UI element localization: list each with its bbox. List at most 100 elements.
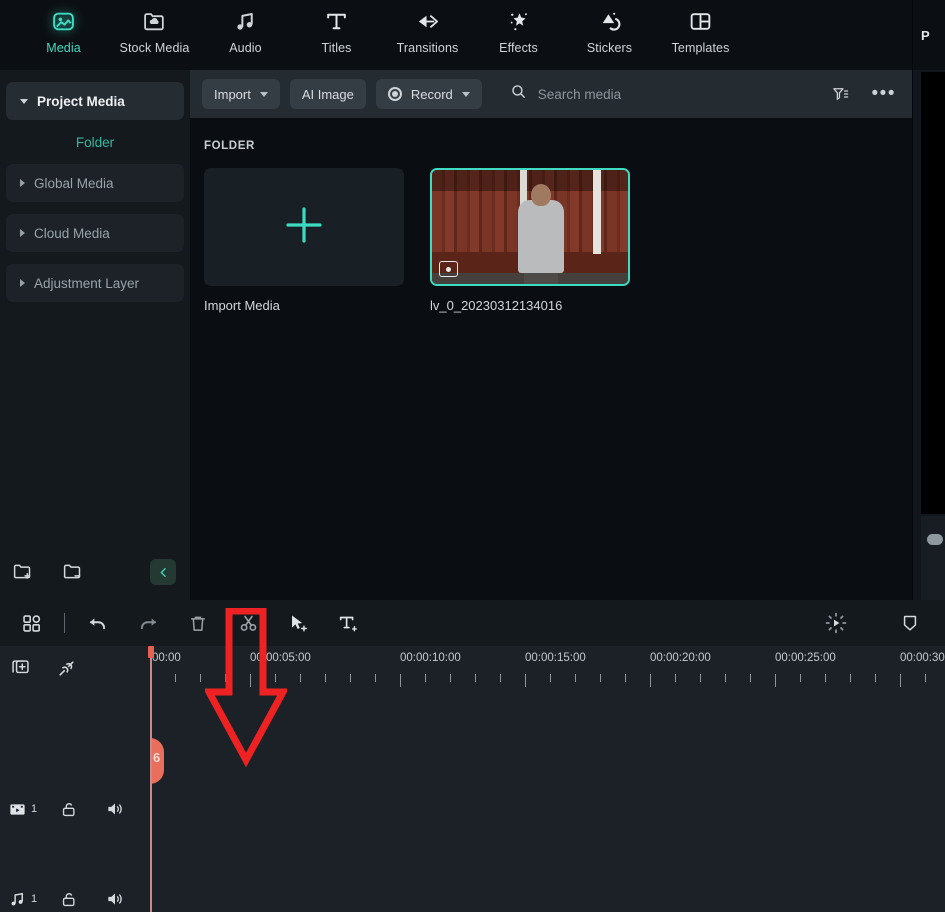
undo-icon[interactable]: [73, 600, 123, 646]
nav-tab-templates-label: Templates: [672, 41, 730, 55]
media-sidebar: Project Media Folder Global Media Cloud …: [0, 70, 190, 600]
timeline-secondary-tools: [0, 646, 150, 690]
cloud-folder-icon: [142, 8, 167, 34]
sidebar-item-project-media[interactable]: Project Media: [6, 82, 184, 120]
ai-image-button-label: AI Image: [302, 87, 354, 102]
ruler-tick-minor: [275, 674, 276, 682]
ai-image-button[interactable]: AI Image: [290, 79, 366, 109]
ruler-tick-major: [250, 674, 251, 687]
import-media-dropzone[interactable]: [204, 168, 404, 286]
ruler-tick-major: [900, 674, 901, 687]
ruler-label: 00:00: [152, 652, 181, 664]
video-type-badge-icon: [439, 261, 458, 277]
ruler-tick-minor: [800, 674, 801, 682]
ruler-tick-minor: [700, 674, 701, 682]
redo-icon[interactable]: [123, 600, 173, 646]
render-preview-icon[interactable]: [811, 600, 861, 646]
remove-folder-icon[interactable]: [58, 558, 86, 584]
preview-play-icon[interactable]: [927, 534, 943, 545]
video-track-icon[interactable]: 1: [8, 800, 37, 819]
timeline-playhead[interactable]: [150, 646, 152, 912]
ruler-label: 00:00:10:00: [400, 652, 461, 664]
media-item-video-label: lv_0_20230312134016: [430, 298, 630, 313]
search-input[interactable]: [538, 87, 821, 102]
preview-controls-bar: [921, 516, 945, 600]
chevron-right-icon: [20, 179, 25, 187]
ruler-tick-minor: [825, 674, 826, 682]
nav-tab-stickers-label: Stickers: [587, 41, 632, 55]
unlock-icon[interactable]: [55, 886, 83, 912]
new-folder-icon[interactable]: [8, 558, 36, 584]
nav-tab-templates[interactable]: Templates: [655, 8, 746, 66]
filter-sort-icon[interactable]: [831, 85, 850, 103]
nav-tab-effects[interactable]: Effects: [473, 8, 564, 66]
ruler-tick-minor: [425, 674, 426, 682]
split-scissors-icon[interactable]: [223, 600, 273, 646]
ruler-tick-minor: [600, 674, 601, 682]
more-options-icon[interactable]: •••: [872, 89, 896, 99]
nav-tab-media-label: Media: [46, 41, 81, 55]
speaker-icon[interactable]: [101, 886, 129, 912]
nav-tab-stock-media[interactable]: Stock Media: [109, 8, 200, 66]
nav-tab-transitions[interactable]: Transitions: [382, 8, 473, 66]
ruler-tick-minor: [625, 674, 626, 682]
nav-tab-stickers[interactable]: Stickers: [564, 8, 655, 66]
timeline-toolbar: [0, 600, 945, 646]
ruler-tick-minor: [300, 674, 301, 682]
marker-shield-icon[interactable]: [885, 600, 935, 646]
media-toolbar-actions: •••: [831, 85, 896, 103]
sidebar-item-adjustment-layer[interactable]: Adjustment Layer: [6, 264, 184, 302]
layout-grid-icon[interactable]: [6, 600, 56, 646]
media-item-import[interactable]: Import Media: [204, 168, 404, 313]
nav-tab-effects-label: Effects: [499, 41, 538, 55]
video-track-number: 1: [31, 803, 37, 815]
media-item-import-label: Import Media: [204, 298, 404, 313]
sidebar-bottom-bar: [0, 542, 190, 600]
ruler-tick-minor: [850, 674, 851, 682]
timeline-panel: 00:00 00:00:05:00 00:00:10:00 00:00:15:0…: [0, 600, 945, 912]
sidebar-item-global-media-label: Global Media: [34, 176, 114, 191]
playhead-handle[interactable]: [148, 646, 154, 658]
ruler-tick-major: [775, 674, 776, 687]
select-cursor-icon[interactable]: [273, 600, 323, 646]
import-button[interactable]: Import: [202, 79, 280, 109]
text-tool-icon[interactable]: [323, 600, 373, 646]
timeline-toolbar-right: [811, 600, 945, 646]
preview-video-surface[interactable]: [921, 72, 945, 514]
ruler-tick-major: [525, 674, 526, 687]
filmora-editor-window: Media Stock Media Audio Titles Transitio: [0, 0, 945, 912]
chevron-right-icon: [20, 279, 25, 287]
record-button[interactable]: Record: [376, 79, 482, 109]
ruler-tick-minor: [450, 674, 451, 682]
thumbnail-image: [432, 170, 628, 284]
audio-track-icon[interactable]: 1: [8, 890, 37, 909]
sticker-icon: [597, 8, 622, 34]
ruler-tick-minor: [475, 674, 476, 682]
timeline-marker-badge[interactable]: 6: [150, 738, 164, 784]
unlink-audio-icon[interactable]: [52, 655, 80, 681]
sidebar-item-project-media-label: Project Media: [37, 94, 125, 109]
nav-tab-stock-media-label: Stock Media: [120, 41, 190, 55]
ruler-tick-minor: [350, 674, 351, 682]
ruler-tick-minor: [200, 674, 201, 682]
delete-icon[interactable]: [173, 600, 223, 646]
chevron-right-icon: [20, 229, 25, 237]
ruler-tick-minor: [175, 674, 176, 682]
sidebar-item-folder[interactable]: Folder: [0, 120, 190, 164]
media-item-video[interactable]: lv_0_20230312134016: [430, 168, 630, 313]
ruler-tick-minor: [875, 674, 876, 682]
timeline-ruler[interactable]: 00:00 00:00:05:00 00:00:10:00 00:00:15:0…: [150, 646, 945, 690]
add-track-icon[interactable]: [6, 655, 34, 681]
unlock-icon[interactable]: [55, 796, 83, 822]
ruler-tick-minor: [550, 674, 551, 682]
nav-tab-audio[interactable]: Audio: [200, 8, 291, 66]
speaker-icon[interactable]: [101, 796, 129, 822]
sidebar-item-global-media[interactable]: Global Media: [6, 164, 184, 202]
audio-track-number: 1: [31, 893, 37, 905]
collapse-panel-icon[interactable]: [150, 559, 176, 585]
nav-tab-titles[interactable]: Titles: [291, 8, 382, 66]
sidebar-item-cloud-media[interactable]: Cloud Media: [6, 214, 184, 252]
video-thumbnail[interactable]: [430, 168, 630, 286]
nav-tab-media[interactable]: Media: [18, 8, 109, 66]
ruler-label: 00:00:20:00: [650, 652, 711, 664]
